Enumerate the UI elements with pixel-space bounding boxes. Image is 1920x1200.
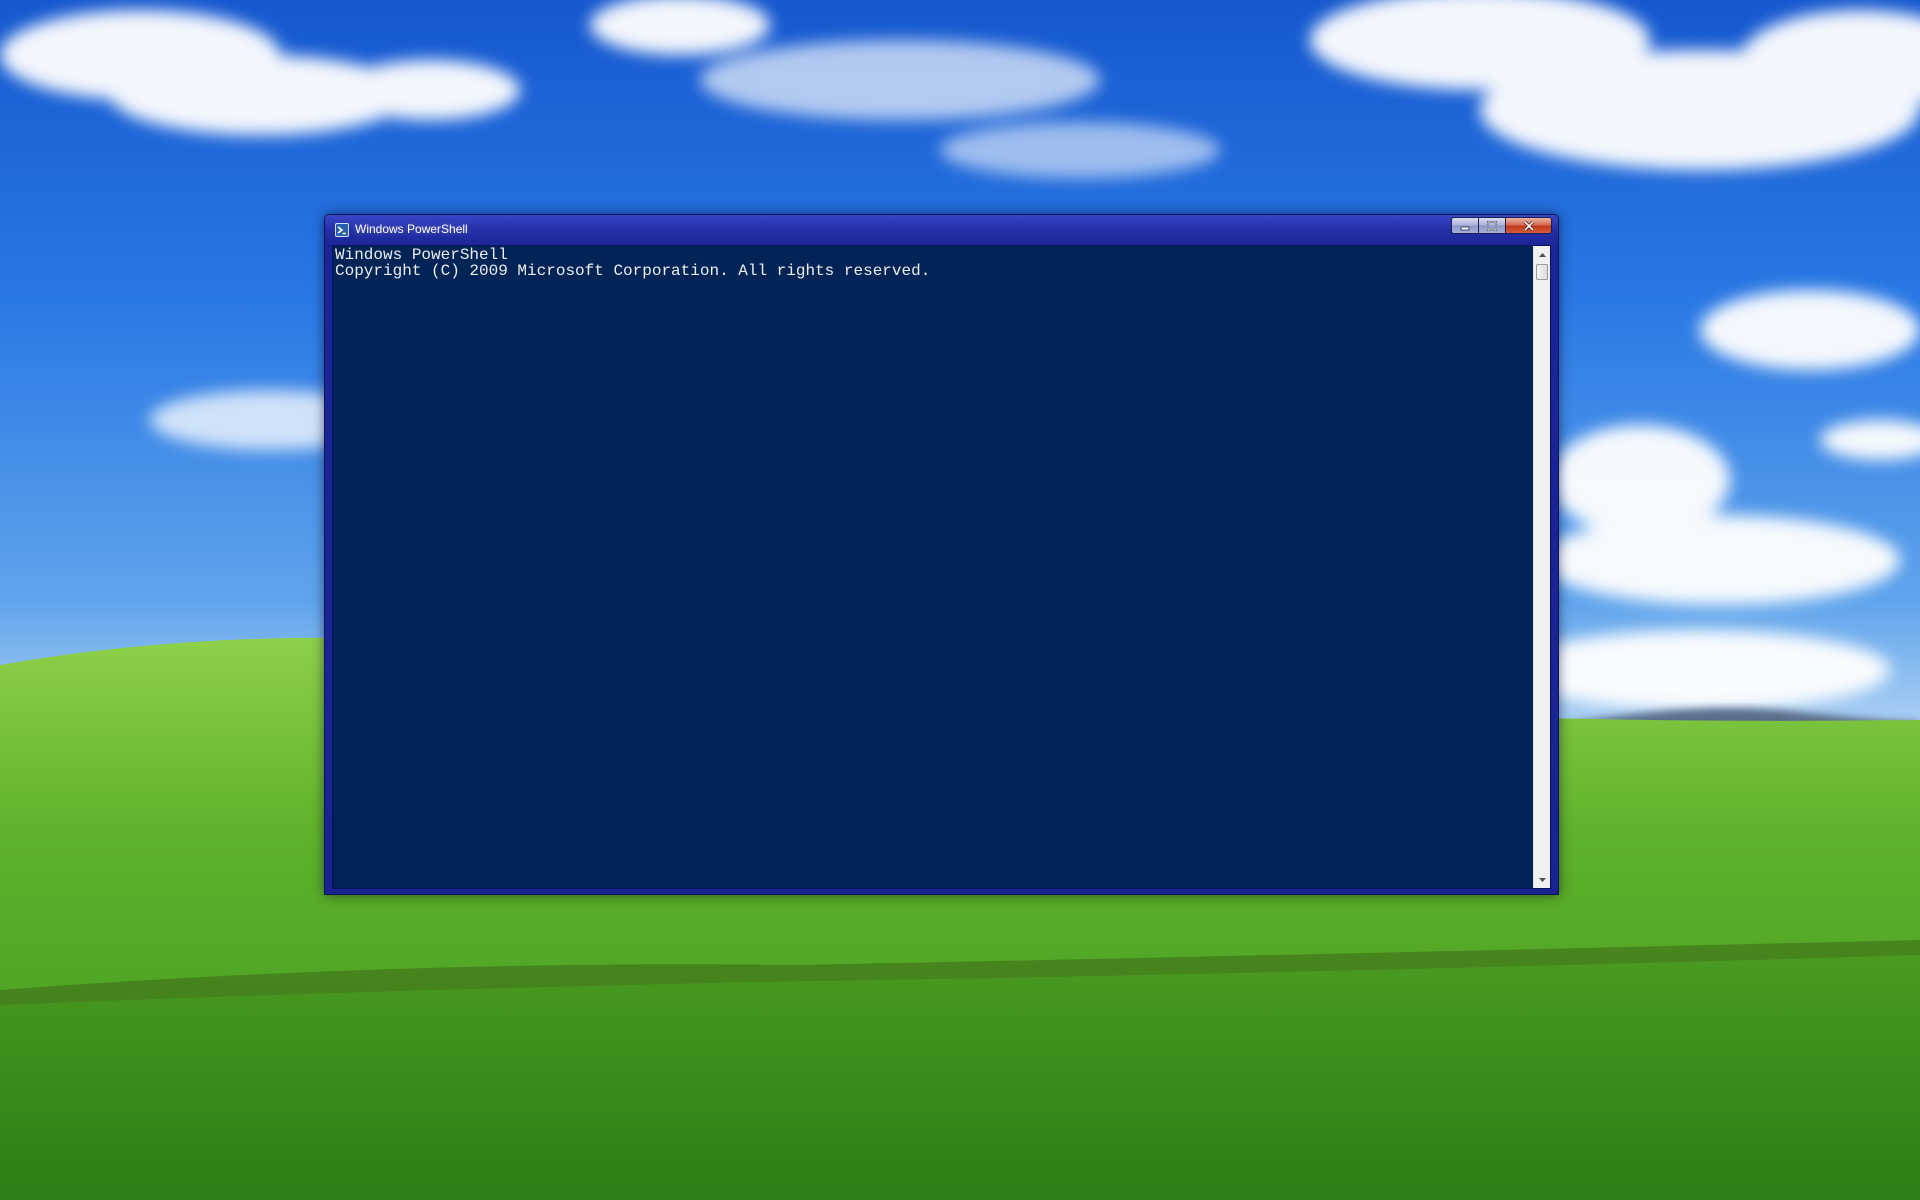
window-title: Windows PowerShell xyxy=(355,222,468,236)
close-button[interactable] xyxy=(1505,217,1552,234)
caption-buttons xyxy=(1451,217,1552,234)
minimize-button[interactable] xyxy=(1451,217,1478,234)
minimize-icon xyxy=(1460,226,1470,230)
powershell-icon xyxy=(335,223,349,237)
maximize-icon xyxy=(1487,220,1497,231)
scroll-up-arrow-icon xyxy=(1538,252,1546,257)
maximize-button[interactable] xyxy=(1478,217,1505,234)
console-line: Windows PowerShell xyxy=(335,246,508,264)
title-bar[interactable]: Windows PowerShell xyxy=(325,215,1558,245)
scroll-down-button[interactable] xyxy=(1534,871,1550,888)
scroll-thumb[interactable] xyxy=(1536,264,1548,280)
console-output: Windows PowerShell Copyright (C) 2009 Mic… xyxy=(335,247,1528,279)
scroll-down-arrow-icon xyxy=(1538,877,1546,882)
close-icon xyxy=(1523,220,1534,231)
scroll-up-button[interactable] xyxy=(1534,246,1550,263)
console-line: Copyright (C) 2009 Microsoft Corporation… xyxy=(335,262,931,280)
console-area[interactable]: Windows PowerShell Copyright (C) 2009 Mic… xyxy=(332,245,1551,889)
powershell-window[interactable]: Windows PowerShell Windows PowerShell Co… xyxy=(324,214,1559,895)
vertical-scrollbar[interactable] xyxy=(1533,246,1550,888)
